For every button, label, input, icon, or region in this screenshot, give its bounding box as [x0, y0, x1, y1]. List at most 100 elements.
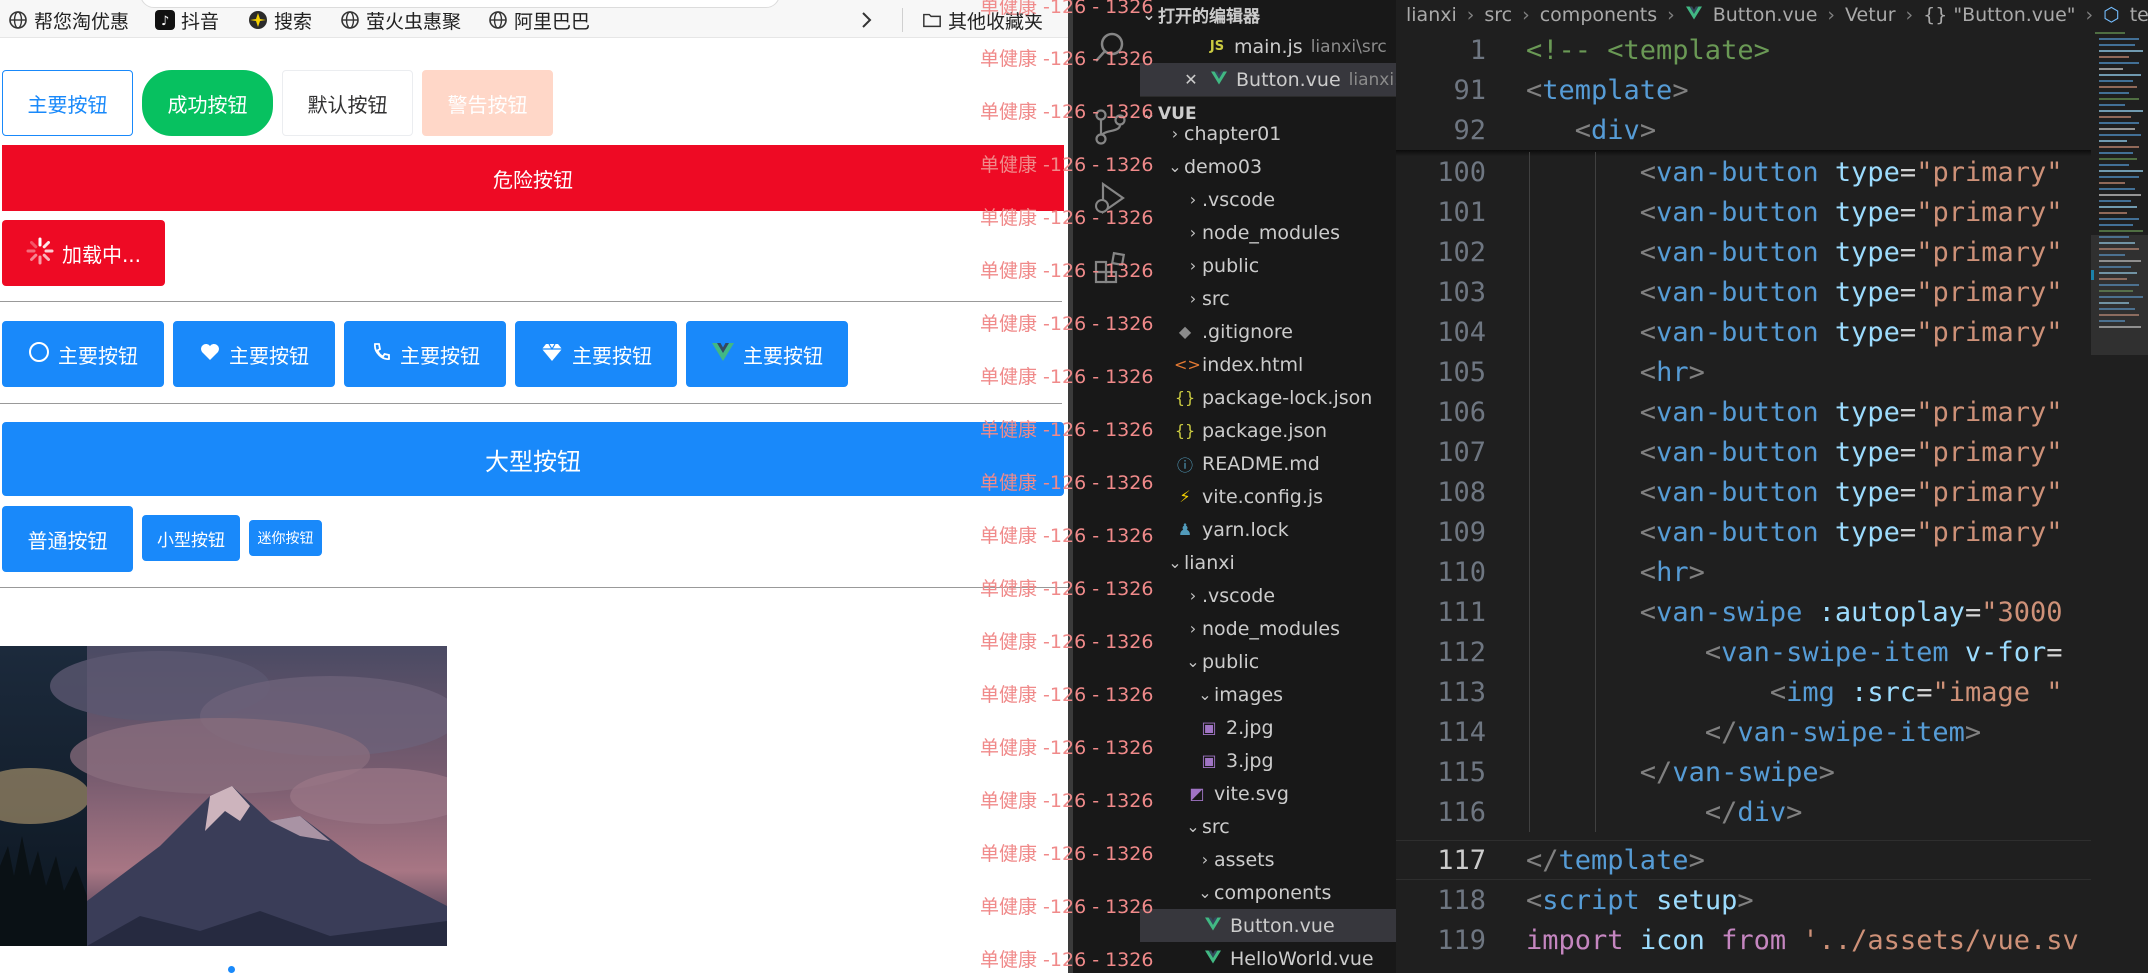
tree-item[interactable]: ◆ .gitignore: [1140, 315, 1396, 348]
tree-item[interactable]: › src: [1140, 282, 1396, 315]
chevron-down-icon: ⌄: [1168, 553, 1182, 572]
tree-item[interactable]: › public: [1140, 249, 1396, 282]
search-icon[interactable]: [1093, 30, 1127, 68]
code-line: 113 <img :src="image ": [1396, 672, 2148, 712]
minimap[interactable]: [2091, 30, 2148, 973]
info-file-icon: ⓘ: [1176, 455, 1193, 475]
js-file-icon: JS: [1209, 39, 1225, 54]
tree-item[interactable]: ⚡ vite.config.js: [1140, 480, 1396, 513]
tree-item[interactable]: ⌄ demo03: [1140, 150, 1396, 183]
bookmark-5[interactable]: 阿里巴巴: [488, 10, 590, 33]
icon-button-diamond[interactable]: 主要按钮: [515, 321, 677, 387]
tree-item[interactable]: › chapter01: [1140, 117, 1396, 150]
tree-item[interactable]: {} package-lock.json: [1140, 381, 1396, 414]
tree-item-label: components: [1214, 881, 1332, 904]
large-block-button[interactable]: 大型按钮: [2, 422, 1064, 496]
indent-guide: [1595, 152, 1596, 832]
code-line: 102 <van-button type="primary": [1396, 232, 2148, 272]
open-editor-main-js[interactable]: JS main.js lianxi\src: [1140, 30, 1396, 63]
image-swipe[interactable]: [0, 646, 447, 946]
line-number: 107: [1437, 436, 1486, 468]
bookmark-1[interactable]: 帮您淘优惠: [8, 10, 129, 33]
warning-disabled-button[interactable]: 警告按钮: [422, 70, 553, 136]
breadcrumb-item[interactable]: Vetur: [1845, 4, 1896, 26]
tree-item[interactable]: › assets: [1140, 843, 1396, 876]
chevron-right-icon: ›: [1189, 190, 1197, 209]
breadcrumb-item[interactable]: lianxi: [1406, 4, 1457, 26]
heart-icon: [199, 341, 221, 368]
primary-plain-button[interactable]: 主要按钮: [2, 70, 133, 136]
danger-block-button[interactable]: 危险按钮: [2, 145, 1064, 211]
source-control-icon[interactable]: [1093, 108, 1127, 150]
tree-item[interactable]: › node_modules: [1140, 216, 1396, 249]
default-button[interactable]: 默认按钮: [282, 70, 413, 136]
tree-item[interactable]: <> index.html: [1140, 348, 1396, 381]
breadcrumb-item[interactable]: {} "Button.vue": [1923, 4, 2075, 26]
breadcrumb-item[interactable]: src: [1484, 4, 1512, 26]
run-debug-icon[interactable]: [1093, 180, 1129, 220]
bookmark-3[interactable]: 搜索: [248, 10, 312, 33]
code-line: 114 </van-swipe-item>: [1396, 712, 2148, 752]
bookmarks-overflow-button[interactable]: [856, 10, 876, 30]
folder-icon: [922, 10, 942, 30]
breadcrumb-item[interactable]: template: [2130, 4, 2148, 26]
tree-item-label: vite.svg: [1214, 782, 1289, 805]
tree-item[interactable]: ⌄ images: [1140, 678, 1396, 711]
mini-size-button[interactable]: 迷你按钮: [249, 520, 322, 556]
icon-button-circle[interactable]: 主要按钮: [2, 321, 164, 387]
code-line: 115 </van-swipe>: [1396, 752, 2148, 792]
tree-item[interactable]: ⓘ README.md: [1140, 447, 1396, 480]
swipe-indicator-dot[interactable]: [228, 966, 235, 973]
icon-button-phone[interactable]: 主要按钮: [344, 321, 506, 387]
tree-item[interactable]: {} package.json: [1140, 414, 1396, 447]
tree-item[interactable]: ⌄ components: [1140, 876, 1396, 909]
bookmark-label: 萤火虫惠聚: [366, 10, 462, 33]
loading-button[interactable]: 加载中...: [2, 220, 165, 286]
breadcrumb-item[interactable]: Button.vue: [1713, 4, 1818, 26]
json-file-icon: {}: [1174, 421, 1196, 440]
code-line: 108 <van-button type="primary": [1396, 472, 2148, 512]
tree-item-active[interactable]: Button.vue: [1140, 909, 1396, 942]
bookmark-2[interactable]: ♪ 抖音: [155, 10, 219, 33]
extensions-icon[interactable]: [1093, 250, 1129, 290]
tree-item[interactable]: › node_modules: [1140, 612, 1396, 645]
code-line: 111 <van-swipe :autoplay="3000: [1396, 592, 2148, 632]
chevron-right-icon: ›: [1189, 223, 1197, 242]
line-number: 116: [1437, 796, 1486, 828]
code-line: 101 <van-button type="primary": [1396, 192, 2148, 232]
icon-button-vue[interactable]: 主要按钮: [686, 321, 848, 387]
normal-size-button[interactable]: 普通按钮: [2, 506, 133, 572]
code-editor[interactable]: lianxi › src › components › Button.vue › Vet…: [1396, 0, 2148, 973]
tree-item-label: README.md: [1202, 452, 1320, 475]
chevron-right-icon: ›: [1189, 586, 1197, 605]
icon-button-label: 主要按钮: [572, 343, 652, 368]
tree-item-label: lianxi: [1184, 551, 1235, 574]
breadcrumb-item[interactable]: components: [1540, 4, 1657, 26]
tree-item[interactable]: ⌄ src: [1140, 810, 1396, 843]
tree-item[interactable]: › .vscode: [1140, 579, 1396, 612]
icon-button-label: 主要按钮: [58, 343, 138, 368]
line-number: 108: [1437, 476, 1486, 508]
tree-item[interactable]: ▣ 3.jpg: [1140, 744, 1396, 777]
other-bookmarks[interactable]: 其他收藏夹: [922, 10, 1043, 33]
divider-3: [0, 587, 1068, 588]
tree-item[interactable]: › .vscode: [1140, 183, 1396, 216]
small-size-button[interactable]: 小型按钮: [142, 515, 240, 561]
open-editor-name: Button.vue: [1236, 68, 1341, 91]
icon-button-heart[interactable]: 主要按钮: [173, 321, 335, 387]
tree-item[interactable]: ⌄ public: [1140, 645, 1396, 678]
success-button[interactable]: 成功按钮: [142, 70, 273, 136]
tree-item[interactable]: ▣ 2.jpg: [1140, 711, 1396, 744]
close-icon[interactable]: ✕: [1180, 70, 1202, 89]
tree-item-label: public: [1202, 650, 1260, 673]
open-editors-header[interactable]: ⌄ 打开的编辑器: [1140, 0, 1396, 31]
code-line: 110 <hr>: [1396, 552, 2148, 592]
open-editor-button-vue[interactable]: ✕ Button.vue lianxi...: [1140, 63, 1396, 96]
tree-item[interactable]: ◩ vite.svg: [1140, 777, 1396, 810]
tree-item[interactable]: ⌄ lianxi: [1140, 546, 1396, 579]
bookmark-4[interactable]: 萤火虫惠聚: [340, 10, 461, 33]
tree-item[interactable]: ♟ yarn.lock: [1140, 513, 1396, 546]
tree-item[interactable]: HelloWorld.vue: [1140, 942, 1396, 973]
tree-item-label: .vscode: [1202, 584, 1276, 607]
line-number: 103: [1437, 276, 1486, 308]
